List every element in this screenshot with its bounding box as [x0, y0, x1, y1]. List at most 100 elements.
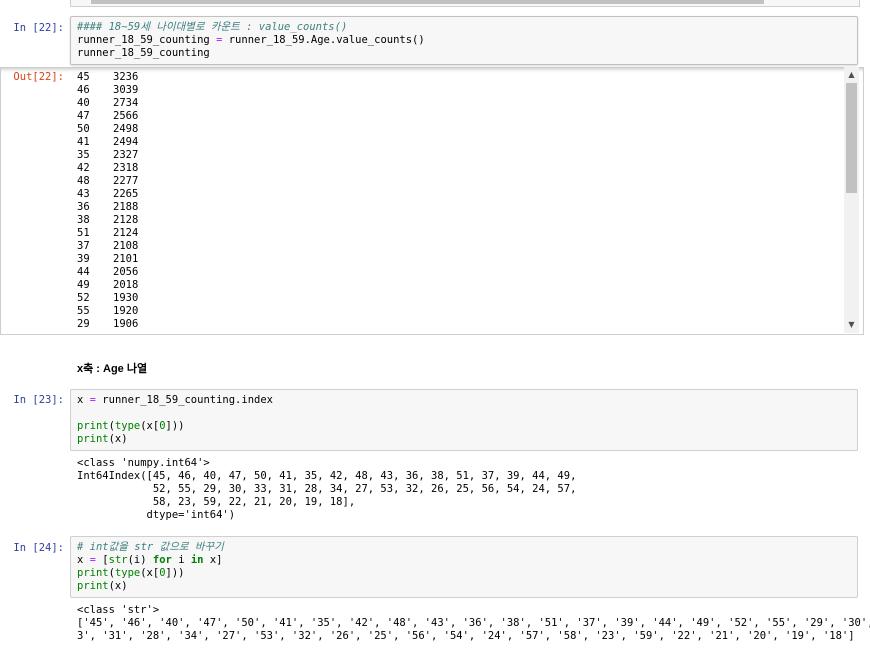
code-token: (i) — [127, 554, 153, 566]
stdout-23: <class 'numpy.int64'> Int64Index([45, 46… — [77, 457, 576, 522]
age-index: 49 — [77, 279, 90, 291]
value-count-row: 52 1930 — [77, 292, 138, 305]
code-token: (x[ — [140, 567, 160, 579]
previous-cell-fragment — [0, 0, 870, 8]
output-line: Int64Index([45, 46, 40, 47, 50, 41, 35, … — [77, 470, 577, 482]
age-count: 2188 — [113, 201, 139, 213]
builtin-token: type — [114, 567, 141, 579]
age-count: 2277 — [113, 175, 139, 187]
code-token: ])) — [165, 567, 185, 579]
age-count: 2327 — [113, 149, 139, 161]
value-count-row: 46 3039 — [77, 84, 138, 97]
age-index: 42 — [77, 162, 90, 174]
age-count: 2124 — [113, 227, 139, 239]
code-line: runner_18_59_counting — [77, 47, 851, 60]
code-token: x — [77, 394, 90, 406]
output-line: ['45', '46', '40', '47', '50', '41', '35… — [77, 617, 870, 629]
age-index: 41 — [77, 136, 90, 148]
vertical-scrollbar-thumb[interactable] — [846, 83, 857, 193]
code-line: print(type(x[0])) — [77, 567, 851, 580]
age-index: 40 — [77, 97, 90, 109]
code-token: (x) — [108, 580, 128, 592]
code-token: ])) — [165, 420, 185, 432]
value-count-row: 35 2327 — [77, 149, 138, 162]
code-token: runner_18_59.Age.value_counts() — [222, 34, 425, 46]
value-count-row: 39 2101 — [77, 253, 138, 266]
code-line: #### 18~59세 나이대별로 카운트 : value_counts() — [77, 21, 851, 34]
stdout-24: <class 'str'> ['45', '46', '40', '47', '… — [77, 604, 870, 643]
code-token: [ — [95, 554, 109, 566]
code-line: # int값을 str 값으로 바꾸기 — [77, 541, 851, 554]
age-index: 47 — [77, 110, 90, 122]
code-comment: #### 18~59세 나이대별로 카운트 : value_counts() — [77, 21, 348, 33]
code-cell-22[interactable]: #### 18~59세 나이대별로 카운트 : value_counts() r… — [70, 16, 858, 65]
age-count: 2566 — [113, 110, 139, 122]
code-line: print(type(x[0])) — [77, 420, 851, 433]
code-token: x] — [203, 554, 223, 566]
horizontal-scrollbar-thumb[interactable] — [91, 0, 764, 4]
builtin-token: str — [108, 554, 128, 566]
age-count: 2734 — [113, 97, 139, 109]
scrolled-output-area[interactable]: 45 3236 46 3039 40 2734 47 2566 50 2498 41 2494 35 23… — [0, 67, 864, 335]
vertical-scrollbar[interactable]: ▲ ▼ — [844, 67, 859, 333]
keyword-token: for — [152, 554, 172, 566]
age-count: 2498 — [113, 123, 139, 135]
code-token: x — [77, 554, 90, 566]
age-index: 48 — [77, 175, 90, 187]
builtin-token: type — [114, 420, 141, 432]
age-index: 29 — [77, 318, 90, 330]
age-index: 35 — [77, 149, 90, 161]
age-index: 52 — [77, 292, 90, 304]
value-count-row: 36 2188 — [77, 201, 138, 214]
input-prompt-23: In [23]: — [13, 394, 64, 406]
builtin-token: print — [77, 433, 109, 445]
age-count: 2018 — [113, 279, 139, 291]
age-count: 1920 — [113, 305, 139, 317]
builtin-token: print — [77, 567, 109, 579]
builtin-token: print — [77, 420, 109, 432]
age-index: 44 — [77, 266, 90, 278]
age-index: 38 — [77, 214, 90, 226]
keyword-token: in — [190, 554, 204, 566]
age-index: 45 — [77, 71, 90, 83]
value-count-row: 42 2318 — [77, 162, 138, 175]
age-count: 3039 — [113, 84, 139, 96]
value-count-row: 47 2566 — [77, 110, 138, 123]
age-count: 2265 — [113, 188, 139, 200]
value-count-row: 43 2265 — [77, 188, 138, 201]
value-count-row: 45 3236 — [77, 71, 138, 84]
code-token: (x) — [108, 433, 128, 445]
age-index: 39 — [77, 253, 90, 265]
code-token: runner_18_59_counting — [77, 47, 210, 59]
age-count: 2494 — [113, 136, 139, 148]
output-line: 3', '31', '28', '34', '27', '53', '32', … — [77, 630, 855, 642]
age-count: 1906 — [113, 318, 139, 330]
value-count-row: 38 2128 — [77, 214, 138, 227]
value-counts-output: 45 3236 46 3039 40 2734 47 2566 50 2498 41 2494 35 23… — [77, 71, 138, 331]
code-cell-23[interactable]: x = runner_18_59_counting.index print(ty… — [70, 389, 858, 451]
code-token: i — [171, 554, 191, 566]
code-line: x = [str(i) for i in x] — [77, 554, 851, 567]
age-index: 50 — [77, 123, 90, 135]
value-count-row: 55 1920 — [77, 305, 138, 318]
output-line: dtype='int64') — [77, 509, 236, 521]
value-count-row: 29 1906 — [77, 318, 138, 331]
age-index: 51 — [77, 227, 90, 239]
output-line: <class 'numpy.int64'> — [77, 457, 210, 469]
age-count: 2056 — [113, 266, 139, 278]
markdown-heading: x축 : Age 나열 — [77, 363, 148, 375]
age-count: 2101 — [113, 253, 139, 265]
age-index: 36 — [77, 201, 90, 213]
age-index: 37 — [77, 240, 90, 252]
value-count-row: 50 2498 — [77, 123, 138, 136]
output-line: <class 'str'> — [77, 604, 160, 616]
scroll-up-arrow-icon[interactable]: ▲ — [844, 69, 859, 81]
output-line: 52, 55, 29, 30, 33, 31, 28, 34, 27, 53, … — [77, 483, 577, 495]
previous-cell-box[interactable] — [70, 0, 860, 7]
scroll-down-arrow-icon[interactable]: ▼ — [844, 319, 859, 331]
code-line: print(x) — [77, 580, 851, 593]
value-count-row: 48 2277 — [77, 175, 138, 188]
code-cell-24[interactable]: # int값을 str 값으로 바꾸기 x = [str(i) for i in… — [70, 536, 858, 598]
input-prompt-22: In [22]: — [13, 22, 64, 34]
